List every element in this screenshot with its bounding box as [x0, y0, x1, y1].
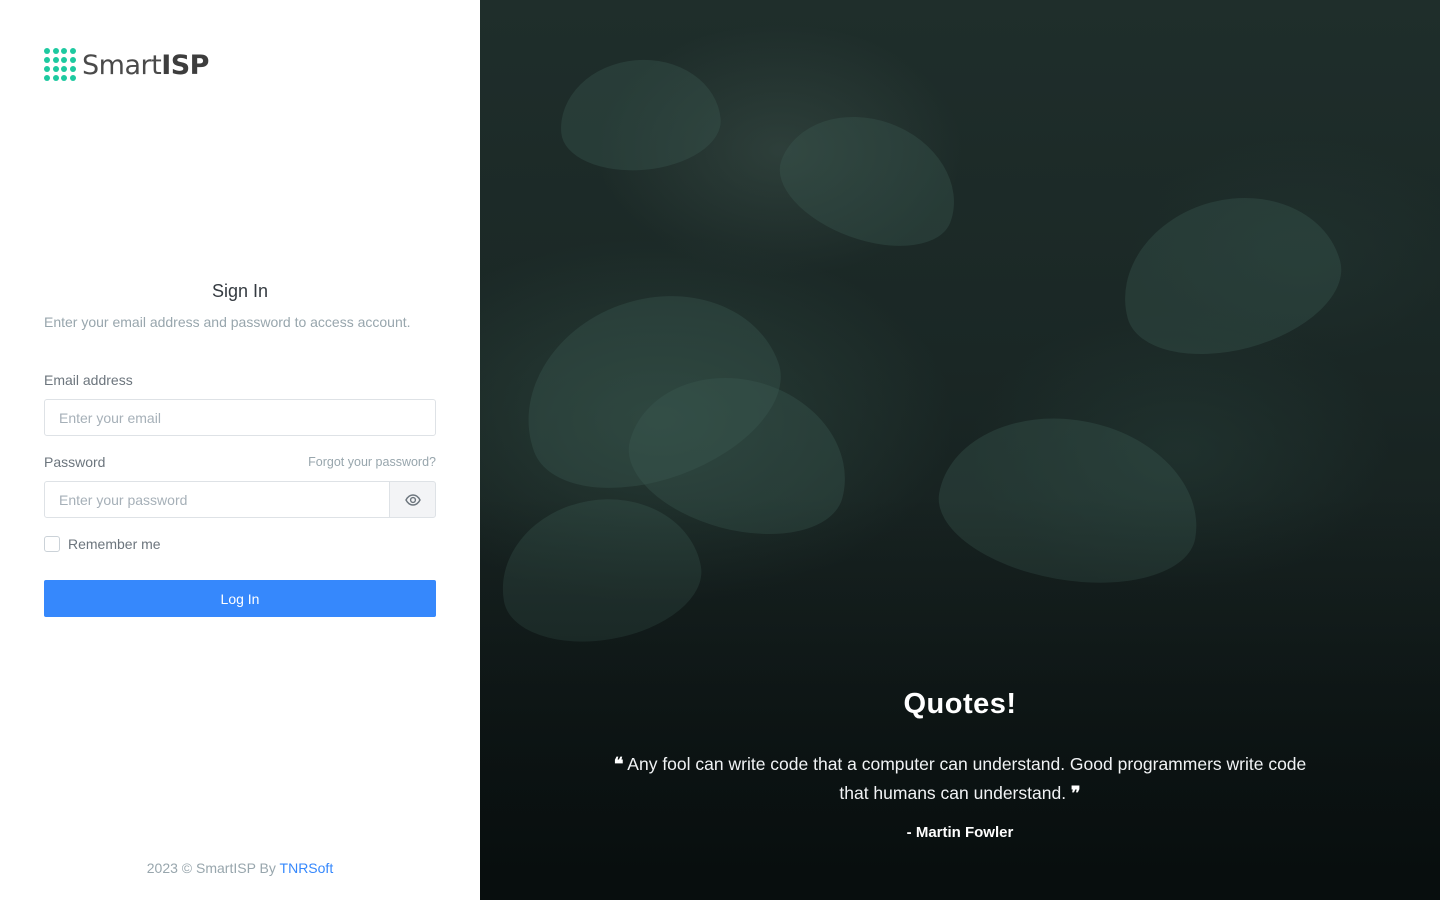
- remember-label: Remember me: [68, 536, 161, 552]
- email-label: Email address: [44, 372, 133, 388]
- remember-me[interactable]: Remember me: [44, 536, 161, 552]
- eye-icon: [404, 493, 421, 506]
- signin-subtitle: Enter your email address and password to…: [44, 314, 411, 330]
- password-label: Password: [44, 454, 106, 470]
- quotes-title: Quotes!: [903, 688, 1017, 720]
- footer-text: 2023 © SmartISP By: [146, 860, 280, 876]
- open-quote-icon: ❝: [613, 754, 624, 775]
- brand-name: SmartISP: [82, 49, 209, 81]
- background-image: Quotes! ❝ Any fool can write code that a…: [480, 0, 1440, 900]
- login-button[interactable]: Log In: [44, 580, 436, 617]
- footer: 2023 © SmartISP By TNRSoft: [0, 860, 480, 876]
- remember-checkbox[interactable]: [44, 536, 60, 552]
- show-password-button[interactable]: [389, 481, 436, 518]
- quote-author: - Martin Fowler: [906, 824, 1014, 841]
- quote-text: ❝ Any fool can write code that a compute…: [610, 750, 1310, 808]
- signin-title: Sign In: [211, 281, 269, 301]
- login-panel: SmartISP Sign In Enter your email addres…: [0, 0, 480, 900]
- logo-dots-icon: [44, 48, 76, 82]
- password-input[interactable]: [44, 481, 390, 518]
- forgot-password-link[interactable]: Forgot your password?: [308, 455, 436, 469]
- footer-link[interactable]: TNRSoft: [280, 860, 334, 876]
- quotes-section: Quotes! ❝ Any fool can write code that a…: [480, 688, 1440, 841]
- close-quote-icon: ❞: [1070, 783, 1081, 804]
- email-input[interactable]: [44, 399, 436, 436]
- brand-logo[interactable]: SmartISP: [44, 48, 209, 82]
- quote-body: Any fool can write code that a computer …: [623, 754, 1307, 803]
